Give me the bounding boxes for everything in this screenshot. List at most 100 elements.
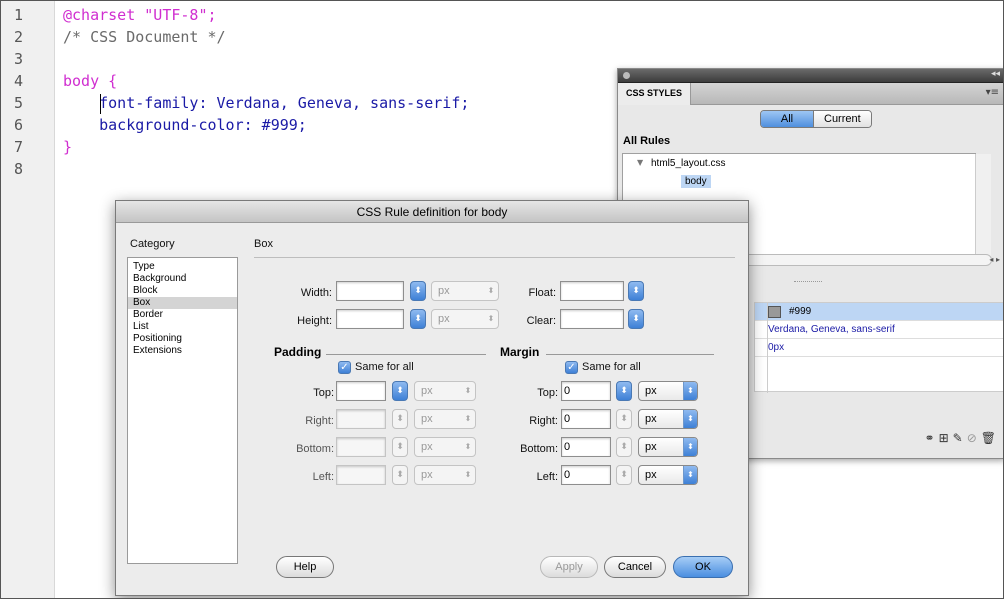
category-item[interactable]: Background	[128, 273, 237, 285]
padding-top-stepper[interactable]: ⬍	[392, 381, 408, 401]
float-stepper[interactable]: ⬍	[628, 281, 644, 301]
padding-bottom-stepper[interactable]: ⬍	[392, 437, 408, 457]
padding-same-checkbox[interactable]: ✓	[338, 361, 351, 374]
help-button[interactable]: Help	[276, 556, 334, 578]
height-stepper[interactable]: ⬍	[410, 309, 426, 329]
trash-icon[interactable]: 🗑	[981, 431, 996, 445]
category-item[interactable]: Block	[128, 285, 237, 297]
cancel-button[interactable]: Cancel	[604, 556, 666, 578]
margin-bottom-field[interactable]: 0	[561, 437, 611, 457]
collapse-icon[interactable]: ◂◂	[991, 69, 1000, 79]
category-item[interactable]: Extensions	[128, 345, 237, 357]
margin-right-field[interactable]: 0	[561, 409, 611, 429]
line-number: 4	[13, 72, 23, 90]
properties-table: #999 Verdana, Geneva, sans-serif 0px	[754, 302, 1003, 393]
height-field[interactable]	[336, 309, 404, 329]
panel-toolbar: ⚭ ⊞ ✎ ⊘ 🗑	[925, 431, 996, 445]
select-arrow-icon: ⬍	[464, 386, 472, 395]
property-row[interactable]: 0px	[755, 339, 1003, 357]
clear-stepper[interactable]: ⬍	[628, 309, 644, 329]
vertical-scrollbar[interactable]	[975, 154, 991, 264]
category-item[interactable]: Type	[128, 261, 237, 273]
code-line[interactable]: body {	[63, 72, 117, 90]
padding-top-unit[interactable]: px ⬍	[414, 381, 476, 401]
property-row[interactable]: Verdana, Geneva, sans-serif	[755, 321, 1003, 339]
property-value[interactable]: Verdana, Geneva, sans-serif	[768, 324, 895, 335]
code-line[interactable]: background-color: #999;	[63, 116, 307, 134]
margin-top-unit[interactable]: px ⬍	[638, 381, 698, 401]
width-field[interactable]	[336, 281, 404, 301]
padding-right-field[interactable]	[336, 409, 386, 429]
margin-right-unit[interactable]: px ⬍	[638, 409, 698, 429]
height-unit-select[interactable]: px ⬍	[431, 309, 499, 329]
category-list: Type Background Block Box Border List Po…	[127, 257, 238, 564]
new-rule-icon[interactable]: ⊞	[939, 431, 949, 445]
tab-css-styles[interactable]: CSS STYLES	[618, 83, 692, 105]
edit-rule-icon[interactable]: ✎	[953, 431, 963, 445]
code-line[interactable]: }	[63, 138, 72, 156]
padding-bottom-unit[interactable]: px ⬍	[414, 437, 476, 457]
stylesheet-node[interactable]: html5_layout.css	[651, 158, 725, 169]
scroll-arrows-icon[interactable]: ◂ ▸	[989, 255, 1000, 264]
padding-right-unit[interactable]: px ⬍	[414, 409, 476, 429]
clear-field[interactable]	[560, 309, 624, 329]
all-toggle-button[interactable]: All	[761, 111, 813, 127]
property-value[interactable]: 0px	[768, 342, 784, 353]
select-arrow-icon: ⬍	[683, 438, 697, 456]
category-item[interactable]: List	[128, 321, 237, 333]
current-toggle-button[interactable]: Current	[813, 111, 871, 127]
padding-left-unit[interactable]: px ⬍	[414, 465, 476, 485]
margin-bottom-stepper[interactable]: ⬍	[616, 437, 632, 457]
padding-left-field[interactable]	[336, 465, 386, 485]
apply-button[interactable]: Apply	[540, 556, 598, 578]
margin-left-unit[interactable]: px ⬍	[638, 465, 698, 485]
select-arrow-icon: ⬍	[683, 410, 697, 428]
margin-left-label: Left:	[536, 471, 558, 483]
padding-left-stepper[interactable]: ⬍	[392, 465, 408, 485]
code-line[interactable]: @charset "UTF-8";	[63, 6, 217, 24]
line-number: 8	[13, 160, 23, 178]
attach-stylesheet-icon[interactable]: ⚭	[925, 431, 935, 445]
disable-property-icon[interactable]: ⊘	[967, 431, 977, 445]
margin-top-stepper[interactable]: ⬍	[616, 381, 632, 401]
select-arrow-icon: ⬍	[683, 466, 697, 484]
color-swatch[interactable]	[768, 306, 781, 318]
padding-bottom-label: Bottom:	[296, 443, 334, 455]
padding-right-stepper[interactable]: ⬍	[392, 409, 408, 429]
property-value[interactable]: #999	[789, 306, 811, 317]
padding-right-label: Right:	[305, 415, 334, 427]
property-row[interactable]: #999	[755, 303, 1003, 321]
padding-bottom-field[interactable]	[336, 437, 386, 457]
margin-left-stepper[interactable]: ⬍	[616, 465, 632, 485]
ok-button[interactable]: OK	[673, 556, 733, 578]
margin-left-field[interactable]: 0	[561, 465, 611, 485]
margin-same-checkbox[interactable]: ✓	[565, 361, 578, 374]
category-item[interactable]: Border	[128, 309, 237, 321]
line-number: 6	[13, 116, 23, 134]
all-rules-heading: All Rules	[623, 135, 671, 147]
code-line[interactable]: font-family: Verdana, Geneva, sans-serif…	[63, 94, 469, 112]
splitter-grip[interactable]	[794, 281, 822, 282]
category-item-selected[interactable]: Box	[128, 297, 237, 309]
line-number-gutter: 1 2 3 4 5 6 7 8	[1, 1, 55, 598]
height-label: Height:	[297, 315, 332, 327]
margin-right-stepper[interactable]: ⬍	[616, 409, 632, 429]
margin-bottom-unit[interactable]: px ⬍	[638, 437, 698, 457]
line-number: 7	[13, 138, 23, 156]
panel-menu-icon[interactable]: ▾≡	[986, 87, 999, 98]
padding-top-field[interactable]	[336, 381, 386, 401]
margin-top-field[interactable]: 0	[561, 381, 611, 401]
category-item[interactable]: Positioning	[128, 333, 237, 345]
dialog-title: CSS Rule definition for body	[116, 201, 748, 223]
rule-body-node[interactable]: body	[681, 175, 711, 188]
line-number: 2	[13, 28, 23, 46]
float-field[interactable]	[560, 281, 624, 301]
column-divider	[767, 303, 768, 393]
code-line[interactable]: /* CSS Document */	[63, 28, 226, 46]
width-stepper[interactable]: ⬍	[410, 281, 426, 301]
disclosure-triangle-icon[interactable]: ▼	[637, 158, 643, 167]
close-icon[interactable]	[623, 72, 630, 79]
section-title: Box	[254, 238, 273, 250]
panel-titlebar[interactable]: ◂◂	[618, 69, 1003, 83]
width-unit-select[interactable]: px ⬍	[431, 281, 499, 301]
